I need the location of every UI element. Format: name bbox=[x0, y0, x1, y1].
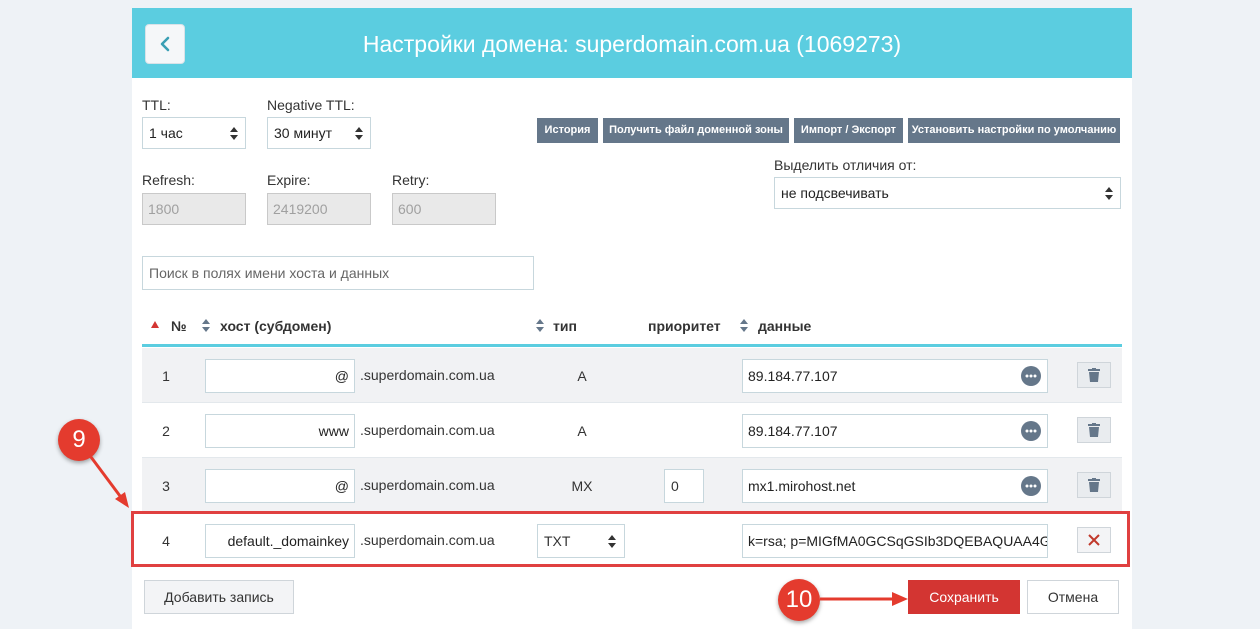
refresh-field: 1800 bbox=[142, 193, 246, 225]
host-input[interactable]: @ bbox=[205, 469, 355, 503]
delete-button[interactable] bbox=[1077, 472, 1111, 498]
save-button[interactable]: Сохранить bbox=[908, 580, 1020, 614]
host-input[interactable]: www bbox=[205, 414, 355, 448]
data-value: 89.184.77.107 bbox=[748, 423, 838, 439]
ttl-value: 1 час bbox=[149, 125, 183, 141]
data-value: 89.184.77.107 bbox=[748, 368, 838, 384]
priority-input[interactable]: 0 bbox=[664, 469, 704, 503]
sort-icon[interactable] bbox=[740, 319, 748, 332]
arrow-icon bbox=[820, 592, 908, 606]
record-type: A bbox=[577, 368, 587, 384]
col-host[interactable]: хост (субдомен) bbox=[220, 318, 331, 334]
trash-icon bbox=[1088, 478, 1100, 492]
table-header-divider bbox=[142, 344, 1122, 347]
sort-icon[interactable] bbox=[536, 319, 544, 332]
table-row: 3 @ .superdomain.com.ua MX 0 mx1.mirohos… bbox=[142, 458, 1122, 513]
select-arrows-icon bbox=[1105, 187, 1113, 200]
sort-asc-icon[interactable] bbox=[151, 321, 159, 329]
negative-ttl-value: 30 минут bbox=[274, 125, 333, 141]
diff-label: Выделить отличия от: bbox=[774, 157, 917, 173]
more-icon[interactable] bbox=[1021, 421, 1041, 441]
record-type: MX bbox=[571, 478, 593, 494]
domain-suffix: .superdomain.com.ua bbox=[360, 422, 495, 438]
data-input[interactable]: 89.184.77.107 bbox=[742, 414, 1048, 448]
sort-icon[interactable] bbox=[202, 319, 210, 332]
table-row: 2 www .superdomain.com.ua A 89.184.77.10… bbox=[142, 403, 1122, 458]
trash-icon bbox=[1088, 368, 1100, 382]
negative-ttl-label: Negative TTL: bbox=[267, 97, 355, 113]
data-input[interactable]: 89.184.77.107 bbox=[742, 359, 1048, 393]
delete-button[interactable] bbox=[1077, 362, 1111, 388]
get-zone-file-button[interactable]: Получить файл доменной зоны bbox=[603, 118, 789, 143]
domain-suffix: .superdomain.com.ua bbox=[360, 367, 495, 383]
delete-button[interactable] bbox=[1077, 417, 1111, 443]
record-type: A bbox=[577, 423, 587, 439]
retry-field: 600 bbox=[392, 193, 496, 225]
ttl-label: TTL: bbox=[142, 97, 171, 113]
search-input[interactable]: Поиск в полях имени хоста и данных bbox=[142, 256, 534, 290]
trash-icon bbox=[1088, 423, 1100, 437]
row-number: 1 bbox=[162, 368, 170, 384]
select-arrows-icon bbox=[230, 127, 238, 140]
diff-value: не подсвечивать bbox=[781, 185, 889, 201]
highlight-frame bbox=[131, 511, 1130, 567]
expire-field: 2419200 bbox=[267, 193, 371, 225]
ttl-select[interactable]: 1 час bbox=[142, 117, 246, 149]
table-row: 1 @ .superdomain.com.ua A 89.184.77.107 bbox=[142, 348, 1122, 403]
col-num[interactable]: № bbox=[171, 318, 187, 334]
diff-select[interactable]: не подсвечивать bbox=[774, 177, 1121, 209]
refresh-label: Refresh: bbox=[142, 172, 195, 188]
data-value: mx1.mirohost.net bbox=[748, 478, 856, 494]
domain-suffix: .superdomain.com.ua bbox=[360, 477, 495, 493]
page-title: Настройки домена: superdomain.com.ua (10… bbox=[362, 31, 902, 57]
import-export-button[interactable]: Импорт / Экспорт bbox=[794, 118, 903, 143]
history-button[interactable]: История bbox=[537, 118, 598, 143]
page-header: Настройки домена: superdomain.com.ua (10… bbox=[132, 8, 1132, 78]
arrow-icon bbox=[86, 452, 129, 508]
add-record-button[interactable]: Добавить запись bbox=[144, 580, 294, 614]
more-icon[interactable] bbox=[1021, 366, 1041, 386]
negative-ttl-select[interactable]: 30 минут bbox=[267, 117, 371, 149]
step-badge-10: 10 bbox=[778, 579, 820, 621]
cancel-button[interactable]: Отмена bbox=[1027, 580, 1119, 614]
col-type[interactable]: тип bbox=[553, 318, 577, 334]
expire-label: Expire: bbox=[267, 172, 311, 188]
col-data[interactable]: данные bbox=[758, 318, 811, 334]
select-arrows-icon bbox=[355, 127, 363, 140]
host-input[interactable]: @ bbox=[205, 359, 355, 393]
data-input[interactable]: mx1.mirohost.net bbox=[742, 469, 1048, 503]
col-priority: приоритет bbox=[648, 318, 721, 334]
row-number: 3 bbox=[162, 478, 170, 494]
retry-label: Retry: bbox=[392, 172, 430, 188]
row-number: 2 bbox=[162, 423, 170, 439]
more-icon[interactable] bbox=[1021, 476, 1041, 496]
set-defaults-button[interactable]: Установить настройки по умолчанию bbox=[908, 118, 1120, 143]
